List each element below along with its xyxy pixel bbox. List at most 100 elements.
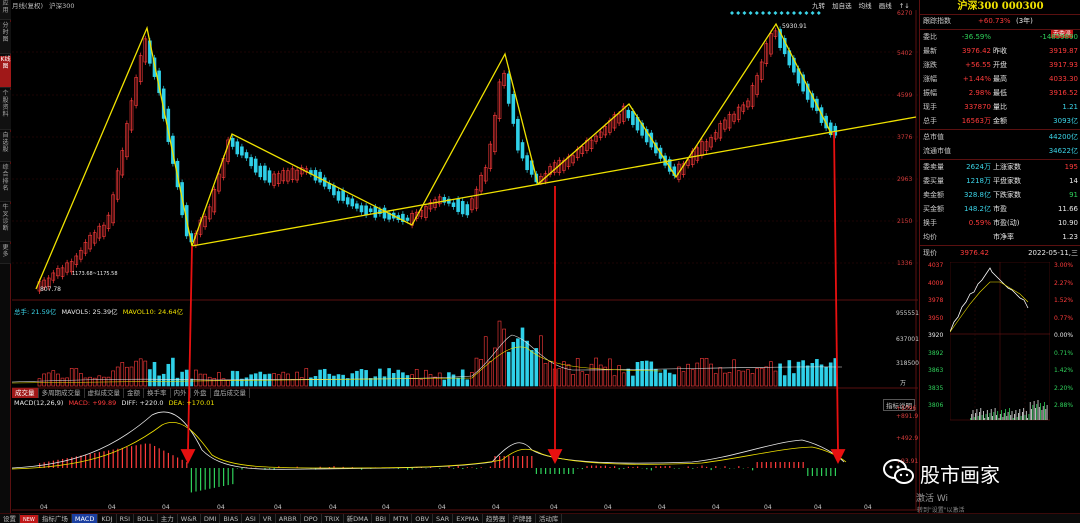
- macd-bar: [232, 468, 234, 485]
- macd-bar: [554, 468, 556, 474]
- volume-bar: [677, 366, 681, 387]
- x-tick: 04: [217, 504, 225, 511]
- tab-mtm[interactable]: MTM: [390, 514, 413, 523]
- macd-bar: [108, 450, 110, 468]
- tab-expma[interactable]: EXPMA: [453, 514, 483, 523]
- subtab-inner[interactable]: 内外: [171, 388, 191, 398]
- volume-bar: [824, 366, 828, 387]
- macd-bar: [526, 456, 528, 468]
- macd-bar: [121, 447, 123, 468]
- tab-diagnosis[interactable]: 牛叉诊断: [0, 204, 11, 242]
- tab-arbr[interactable]: ARBR: [276, 514, 301, 523]
- macd-bar: [144, 443, 146, 468]
- tab-activity[interactable]: 活动库: [536, 514, 563, 523]
- tab-sar[interactable]: SAR: [433, 514, 454, 523]
- tab-trend[interactable]: 趋势器: [483, 514, 510, 523]
- quote-value: +56.55: [965, 61, 991, 69]
- volume-bar: [295, 371, 299, 387]
- subtab-outer[interactable]: 外盘: [191, 388, 211, 398]
- signal-diamond: [748, 11, 753, 15]
- macd-bar: [411, 468, 413, 470]
- macd-bar: [660, 466, 662, 468]
- volume-bar: [115, 366, 120, 387]
- subtab-volume[interactable]: 成交量: [12, 388, 39, 398]
- candle-body: [341, 190, 345, 201]
- tab-apps[interactable]: 应用: [0, 0, 11, 20]
- volume-bar: [557, 368, 562, 387]
- volume-bar: [207, 376, 212, 387]
- tab-main-force[interactable]: 主力: [158, 514, 178, 523]
- tab-dpo[interactable]: DPO: [301, 514, 322, 523]
- macd-bar: [177, 457, 179, 468]
- volume-bar: [769, 361, 773, 387]
- draw-line-button[interactable]: 画线: [879, 2, 892, 10]
- quote-value2: 3916.52: [1049, 89, 1078, 97]
- tab-intraday[interactable]: 分时图: [0, 22, 11, 54]
- stat-value: 0.59%: [968, 219, 991, 227]
- tab-vr[interactable]: VR: [260, 514, 276, 523]
- ma-button[interactable]: 均线: [859, 2, 872, 10]
- subtab-after-hours[interactable]: 盘后成交量: [211, 388, 250, 398]
- tab-watchlist[interactable]: 自选股: [0, 132, 11, 162]
- kline-chart[interactable]: 6270 5930.91 807.78 1173.68~1175.58: [12, 10, 918, 522]
- tab-ranking[interactable]: 综合排名: [0, 164, 11, 202]
- quote-label2: 最低: [993, 89, 1007, 97]
- quote-value: 3976.42: [962, 47, 991, 55]
- tab-more[interactable]: 更多: [0, 244, 11, 264]
- tab-kline[interactable]: K线图: [0, 56, 11, 88]
- nine-turn-button[interactable]: 九转: [812, 2, 825, 10]
- stat-label2: 下跌家数: [993, 191, 1021, 199]
- volume-subtabs: 成交量 多周期成交量 虚拟成交量 金额 换手率 内外 外盘 盘后成交量: [12, 388, 250, 398]
- volume-bar: [589, 363, 594, 387]
- x-tick: 04: [604, 504, 612, 511]
- tab-plate[interactable]: 沪牌器: [509, 514, 536, 523]
- volume-bar: [759, 367, 764, 387]
- tab-dmi[interactable]: DMI: [201, 514, 221, 523]
- tab-new-dma[interactable]: 新DMA: [344, 514, 373, 523]
- macd-bar: [195, 468, 197, 492]
- subtab-amount[interactable]: 金额: [124, 388, 144, 398]
- volume-bar: [819, 364, 824, 387]
- volume-bar: [732, 359, 736, 387]
- volume-bar: [736, 370, 741, 387]
- macd-bar: [825, 468, 827, 476]
- period-label[interactable]: 月线(复权): [12, 2, 43, 10]
- volume-bar: [161, 373, 166, 387]
- tab-wr[interactable]: W&R: [178, 514, 201, 523]
- tab-bbi[interactable]: BBI: [372, 514, 391, 523]
- macd-bar: [811, 468, 813, 476]
- volume-bar: [663, 369, 667, 387]
- indicator-plaza-tab[interactable]: 指标广场: [39, 514, 72, 523]
- tab-asi[interactable]: ASI: [242, 514, 260, 523]
- volume-bar: [566, 364, 571, 387]
- tab-macd[interactable]: MACD: [71, 514, 99, 523]
- tab-stock-info[interactable]: 个股资料: [0, 90, 11, 130]
- subtab-turnover[interactable]: 换手率: [144, 388, 171, 398]
- macd-bar: [788, 462, 790, 468]
- volume-bar: [336, 374, 341, 387]
- settings-button[interactable]: 设置: [0, 514, 20, 523]
- quote-label2: 量比: [993, 103, 1007, 111]
- subtab-virtual-volume[interactable]: 虚拟成交量: [85, 388, 124, 398]
- quote-row: 最新 3976.42 昨收 3919.87: [920, 44, 1080, 58]
- tab-obv[interactable]: OBV: [412, 514, 434, 523]
- macd-bar: [591, 465, 593, 468]
- tab-kdj[interactable]: KDJ: [98, 514, 117, 523]
- market-row: 流通市值 34622亿: [920, 144, 1080, 158]
- updown-button[interactable]: ↑↓: [899, 2, 910, 10]
- tab-bias[interactable]: BIAS: [220, 514, 243, 523]
- red-arrows: [180, 131, 846, 465]
- macd-bar: [154, 446, 156, 468]
- trend-drawings[interactable]: [35, 22, 917, 290]
- vol-axis-1: 955551: [896, 310, 919, 317]
- tab-boll[interactable]: BOLL: [134, 514, 158, 523]
- tab-rsi[interactable]: RSI: [117, 514, 135, 523]
- quote-row: 振幅 2.98% 最低 3916.52: [920, 86, 1080, 100]
- volume-bar: [598, 364, 603, 387]
- add-watchlist-button[interactable]: 加自选: [832, 2, 852, 10]
- volume-bar: [419, 379, 424, 387]
- mini-right-tick: 2.88%: [1054, 402, 1074, 409]
- macd-bar: [577, 468, 579, 469]
- tab-trix[interactable]: TRIX: [322, 514, 344, 523]
- subtab-multi-volume[interactable]: 多周期成交量: [39, 388, 85, 398]
